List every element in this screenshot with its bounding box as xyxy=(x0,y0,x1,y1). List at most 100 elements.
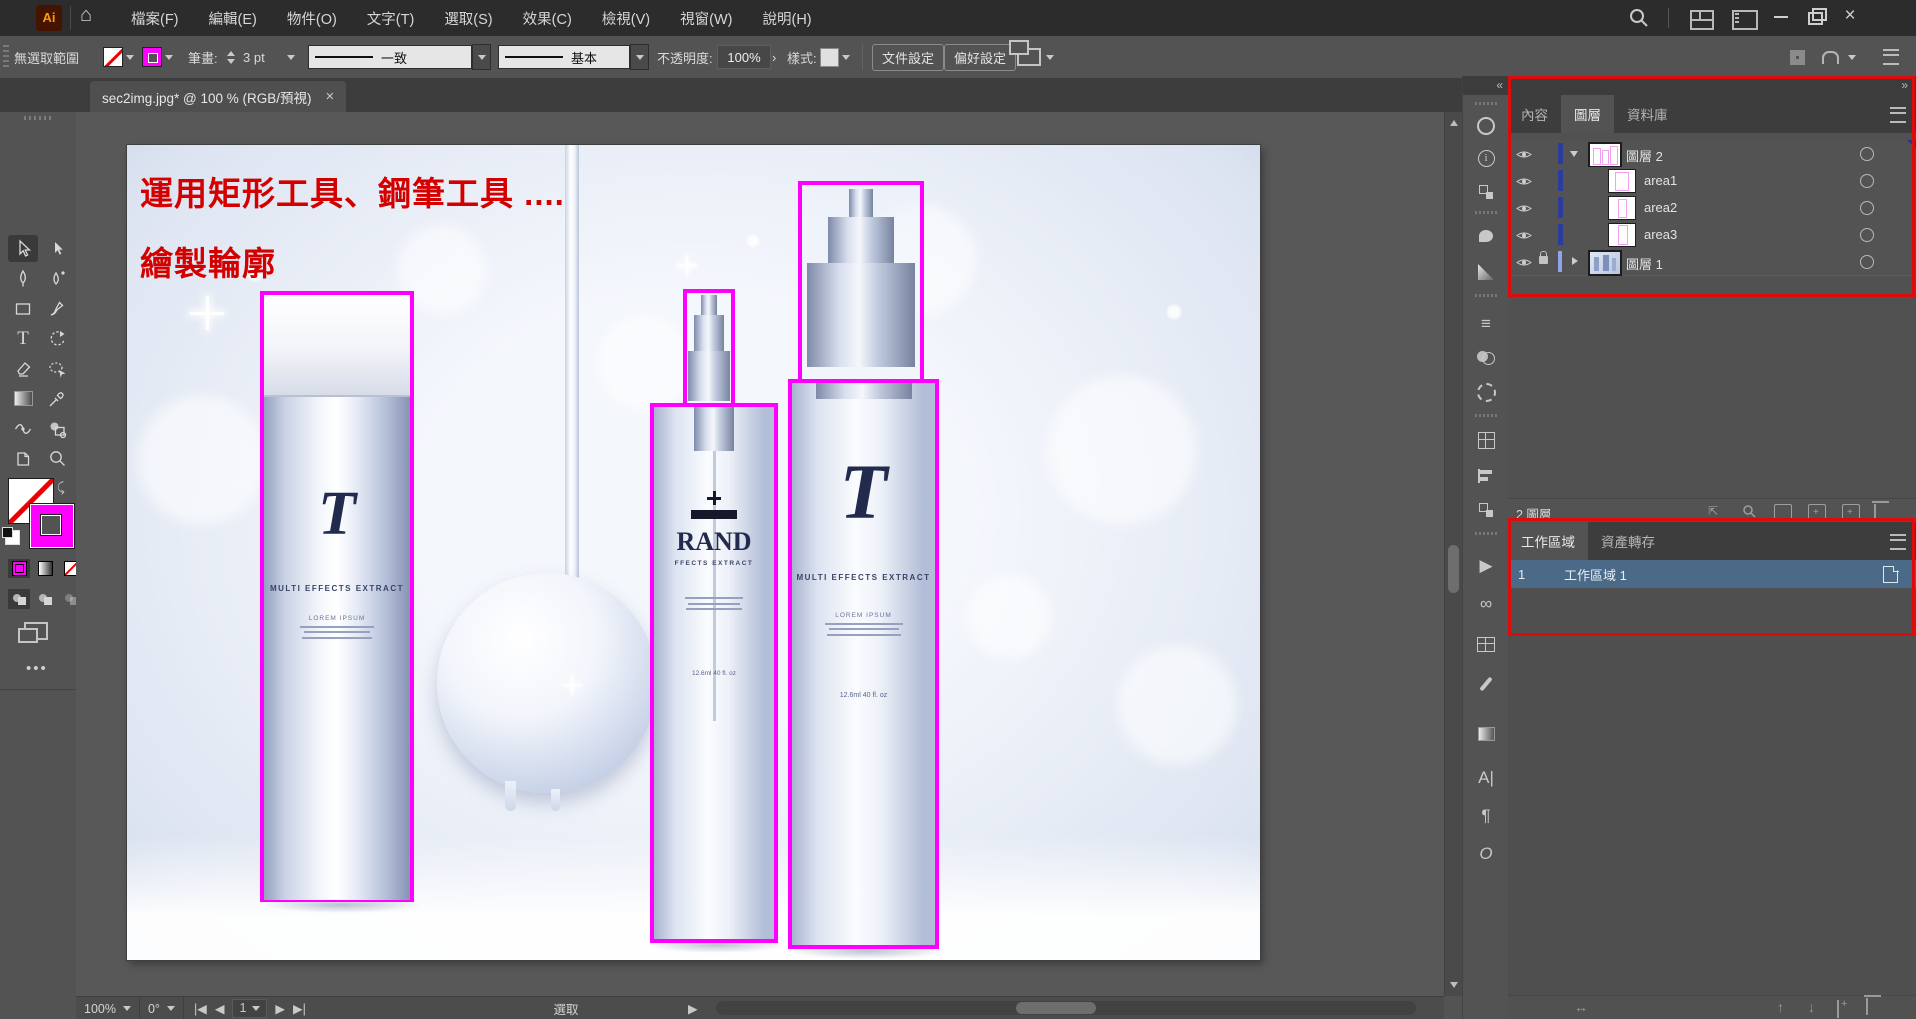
stroke-indicator[interactable] xyxy=(30,504,74,548)
tab-artboards[interactable]: 工作區域 xyxy=(1508,522,1588,560)
last-artboard-icon[interactable]: ▶| xyxy=(293,1001,306,1016)
align-panel-icon[interactable] xyxy=(1474,464,1498,488)
gradient-tool[interactable] xyxy=(8,385,38,412)
document-tab-close-icon[interactable]: × xyxy=(326,88,335,105)
menu-help[interactable]: 說明(H) xyxy=(747,8,826,29)
layer-target-icon[interactable] xyxy=(1860,255,1874,269)
properties-panel-icon[interactable] xyxy=(1474,114,1498,138)
middle-bottle-pump-outline[interactable] xyxy=(683,289,735,407)
paintbrush-tool[interactable] xyxy=(42,295,72,322)
expand-chevron-icon[interactable] xyxy=(1570,151,1578,157)
visibility-eye-icon[interactable] xyxy=(1516,202,1532,217)
layer-row[interactable]: 圖層 1 xyxy=(1508,248,1916,276)
maximize-button[interactable] xyxy=(1800,0,1832,32)
rotation-select[interactable]: 0° xyxy=(140,997,184,1019)
tab-asset-export[interactable]: 資產轉存 xyxy=(1588,522,1668,560)
scroll-down-icon[interactable] xyxy=(1450,982,1458,988)
controlbar-menu-icon[interactable] xyxy=(1883,49,1899,65)
transform-panel-icon[interactable] xyxy=(1474,180,1498,204)
style-swatch[interactable] xyxy=(820,48,839,67)
close-button[interactable]: × xyxy=(1834,0,1866,32)
menu-window[interactable]: 視窗(W) xyxy=(665,8,747,29)
align-dropdown-icon[interactable] xyxy=(1046,55,1054,60)
tab-libraries[interactable]: 資料庫 xyxy=(1614,95,1681,133)
transform-grid-panel-icon[interactable] xyxy=(1474,428,1498,452)
new-artboard-icon[interactable] xyxy=(1837,1001,1839,1017)
artboard-row[interactable]: 1 工作區域 1 xyxy=(1508,560,1916,588)
symbols-panel-icon[interactable] xyxy=(1474,632,1498,656)
new-layer-icon[interactable]: + xyxy=(1842,504,1860,520)
rotate-tool[interactable] xyxy=(42,325,72,352)
draw-behind-mode[interactable] xyxy=(34,589,56,609)
color-button[interactable] xyxy=(8,559,30,578)
default-fill-stroke-icon[interactable] xyxy=(5,530,20,545)
move-down-icon[interactable]: ↓ xyxy=(1808,999,1815,1015)
layer-name[interactable]: 圖層 2 xyxy=(1626,146,1663,165)
layer-thumbnail[interactable] xyxy=(1588,250,1622,276)
direct-selection-tool[interactable] xyxy=(42,235,72,262)
vertical-scrollbar[interactable] xyxy=(1444,112,1463,996)
edit-toolbar-icon[interactable]: ••• xyxy=(26,660,48,677)
layer-row[interactable]: area2 xyxy=(1508,194,1916,222)
lock-icon[interactable] xyxy=(1539,256,1548,264)
document-setup-button[interactable]: 文件設定 xyxy=(872,44,944,71)
zoom-tool[interactable] xyxy=(42,445,72,472)
character-panel-icon[interactable]: A| xyxy=(1474,766,1498,790)
collapse-panels-icon[interactable]: » xyxy=(1508,76,1916,95)
align-options-icon[interactable] xyxy=(1017,48,1041,66)
artboard-page-icon[interactable] xyxy=(1883,566,1898,583)
document-tab[interactable]: sec2img.jpg* @ 100 % (RGB/預視) × xyxy=(90,81,346,112)
fill-color-swatch[interactable] xyxy=(103,47,123,67)
menu-object[interactable]: 物件(O) xyxy=(272,8,352,29)
menu-view[interactable]: 檢視(V) xyxy=(587,8,665,29)
preferences-button[interactable]: 偏好設定 xyxy=(944,44,1016,71)
stroke-weight-value[interactable]: 3 pt xyxy=(243,50,265,65)
paragraph-panel-icon[interactable]: ¶ xyxy=(1474,804,1498,828)
type-tool[interactable]: T xyxy=(8,325,38,352)
menu-select[interactable]: 選取(S) xyxy=(429,8,507,29)
curvature-tool[interactable] xyxy=(42,265,72,292)
style-dropdown-icon[interactable] xyxy=(842,55,850,60)
snap-dropdown-icon[interactable] xyxy=(1848,55,1856,60)
vertical-scroll-thumb[interactable] xyxy=(1448,545,1459,593)
collect-for-export-icon[interactable]: ⇱ xyxy=(1708,504,1724,518)
visibility-eye-icon[interactable] xyxy=(1516,229,1532,244)
swatches-panel-icon[interactable] xyxy=(1474,722,1498,746)
artboard[interactable]: T MULTI EFFECTS EXTRACT LOREM IPSUM xyxy=(127,145,1260,960)
stroke-weight-stepper[interactable] xyxy=(227,51,235,64)
layer-name[interactable]: area1 xyxy=(1644,173,1677,188)
layer-thumbnail[interactable] xyxy=(1608,169,1636,193)
layer-row[interactable]: 圖層 2 xyxy=(1508,140,1916,168)
pen-tool[interactable] xyxy=(8,265,38,292)
layer-thumbnail[interactable] xyxy=(1588,142,1622,168)
width-tool[interactable] xyxy=(8,415,38,442)
stroke-dropdown-icon[interactable] xyxy=(165,55,173,60)
horizontal-scrollbar[interactable] xyxy=(716,1001,1416,1015)
layers-panel-menu-icon[interactable] xyxy=(1890,107,1906,123)
controlbar-drag-handle[interactable] xyxy=(3,45,9,69)
swap-fill-stroke-icon[interactable]: ⤸ xyxy=(57,480,65,496)
symbol-sprayer-tool[interactable] xyxy=(42,415,72,442)
gradient-panel-icon[interactable] xyxy=(1474,260,1498,284)
first-artboard-icon[interactable]: |◀ xyxy=(194,1001,207,1016)
illustrator-logo-icon[interactable]: Ai xyxy=(36,5,62,31)
move-up-icon[interactable]: ↑ xyxy=(1777,999,1784,1015)
horizontal-scroll-thumb[interactable] xyxy=(1016,1002,1096,1014)
menu-edit[interactable]: 編輯(E) xyxy=(194,8,272,29)
opacity-expand-icon[interactable]: › xyxy=(772,50,776,65)
actions-panel-icon[interactable]: ▶ xyxy=(1474,554,1498,578)
select-menu-panel-icon[interactable] xyxy=(1474,380,1498,404)
rearrange-artboards-icon[interactable]: ↔ xyxy=(1574,999,1588,1015)
layer-name[interactable]: area3 xyxy=(1644,227,1677,242)
visibility-eye-icon[interactable] xyxy=(1516,256,1532,271)
shaper-tool[interactable] xyxy=(42,355,72,382)
tab-properties[interactable]: 內容 xyxy=(1508,95,1561,133)
layer-target-icon[interactable] xyxy=(1860,147,1874,161)
menu-type[interactable]: 文字(T) xyxy=(352,8,430,29)
new-sublayer-icon[interactable]: + xyxy=(1808,504,1826,520)
visibility-eye-icon[interactable] xyxy=(1516,175,1532,190)
make-clipping-mask-icon[interactable] xyxy=(1774,504,1792,520)
eyedropper-tool[interactable] xyxy=(42,385,72,412)
transparency-panel-icon[interactable] xyxy=(1474,346,1498,370)
gradient-button[interactable] xyxy=(34,559,56,578)
